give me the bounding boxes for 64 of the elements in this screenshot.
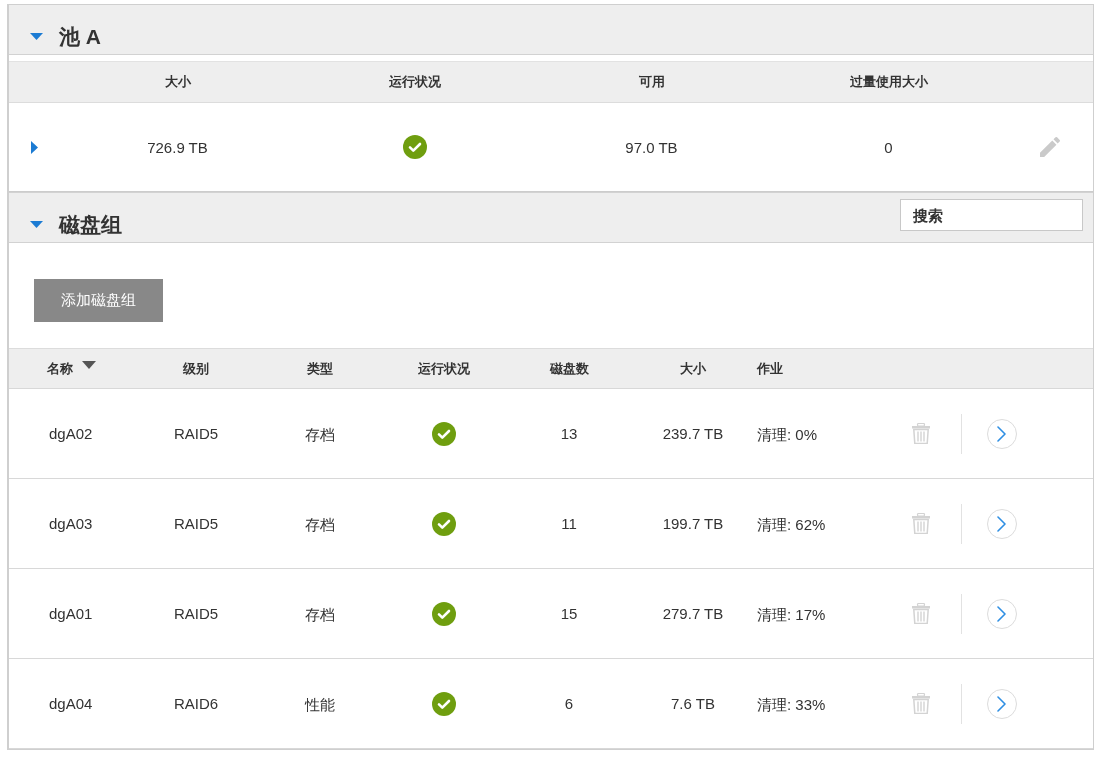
column-header[interactable]: 作业 [757, 359, 783, 378]
table-cell: dgA03 [49, 515, 93, 532]
sort-down-icon[interactable] [82, 361, 96, 369]
caret-right-icon[interactable] [30, 140, 38, 154]
column-header[interactable]: 名称 [47, 359, 73, 378]
caret-down-icon[interactable] [30, 33, 43, 40]
delete-button[interactable] [909, 421, 932, 446]
chevron-right-icon [997, 515, 1006, 532]
delete-button[interactable] [909, 601, 932, 626]
table-cell-text: 清理: 33% [757, 695, 826, 715]
column-header[interactable]: 大小 [680, 359, 706, 378]
column-header[interactable]: 类型 [307, 359, 333, 378]
table-cell: dgA04 [49, 695, 93, 712]
column-header[interactable]: 运行状况 [418, 359, 470, 378]
table-cell: 13 [560, 425, 578, 442]
column-header[interactable]: 级别 [183, 359, 209, 378]
table-cell-text: 存档 [305, 425, 335, 445]
table-cell: RAID5 [173, 515, 219, 532]
section-title: 磁盘组 [59, 211, 122, 238]
table-cell: RAID6 [173, 695, 219, 712]
table-cell: 7.6 TB [671, 695, 715, 712]
add-button[interactable]: 添加磁盘组 [34, 279, 163, 322]
trash-icon [911, 423, 930, 444]
caret-down-icon[interactable] [30, 221, 43, 228]
details-button[interactable] [986, 418, 1017, 449]
trash-icon [911, 693, 930, 714]
edit-button[interactable] [1038, 135, 1062, 159]
table-cell: 0 [884, 138, 893, 156]
table-cell: RAID5 [173, 605, 219, 622]
table-cell: dgA02 [49, 425, 93, 442]
pencil-icon [1040, 137, 1060, 157]
table-cell: 6 [564, 695, 574, 712]
table-cell-text: 存档 [305, 605, 335, 625]
column-header: 运行状况 [388, 73, 441, 91]
search-field[interactable]: 搜索 [900, 199, 1083, 231]
table-cell: 199.7 TB [662, 515, 724, 532]
table-cell-text: 存档 [305, 515, 335, 535]
table-cell-text: 清理: 17% [757, 605, 826, 625]
details-button[interactable] [986, 688, 1017, 719]
table-cell: 15 [560, 605, 578, 622]
trash-icon [911, 603, 930, 624]
chevron-right-icon [997, 425, 1006, 442]
table-cell-text: 性能 [305, 695, 335, 715]
table-cell: dgA01 [49, 605, 93, 622]
column-header[interactable]: 磁盘数 [549, 359, 589, 378]
chevron-right-icon [997, 695, 1006, 712]
table-cell: 97.0 TB [625, 138, 678, 156]
table-cell: 726.9 TB [147, 138, 208, 156]
section-title: 池 A [59, 23, 101, 50]
delete-button[interactable] [909, 511, 932, 536]
table-cell-text: 清理: 0% [757, 425, 817, 445]
chevron-right-icon [997, 605, 1006, 622]
details-button[interactable] [986, 598, 1017, 629]
table-cell-text: 清理: 62% [757, 515, 826, 535]
table-cell: RAID5 [173, 425, 219, 442]
delete-button[interactable] [909, 691, 932, 716]
column-header: 可用 [638, 73, 665, 91]
column-header: 过量使用大小 [849, 73, 928, 91]
details-button[interactable] [986, 508, 1017, 539]
trash-icon [911, 513, 930, 534]
table-cell: 11 [561, 515, 577, 532]
table-cell: 239.7 TB [662, 425, 724, 442]
column-header: 大小 [164, 73, 191, 91]
table-cell: 279.7 TB [662, 605, 724, 622]
